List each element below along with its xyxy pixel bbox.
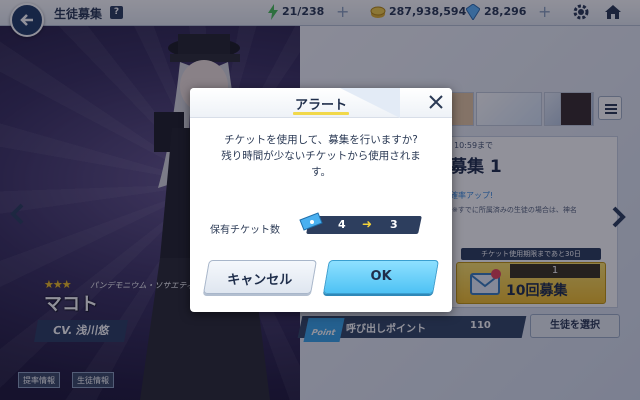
ticket-count-after: 3 [390,218,398,231]
cancel-button[interactable]: キャンセル [203,260,317,294]
alert-message-line-1: チケットを使用して、募集を行いますか? [224,134,418,146]
ok-button[interactable]: OK [323,260,439,294]
ok-button-label: OK [370,269,392,284]
ticket-count-label: 保有チケット数 [210,225,280,236]
ticket-count-before: 4 [338,218,346,231]
alert-header: アラート [190,88,452,118]
alert-message-line-2: 残り時間が少ないチケットから使用されま [221,150,421,162]
cancel-button-label: キャンセル [227,273,293,288]
alert-message: チケットを使用して、募集を行いますか? 残り時間が少ないチケットから使用されま … [200,132,442,180]
alert-title: アラート [294,98,347,113]
close-icon[interactable] [426,92,446,112]
ticket-icon [299,212,323,231]
alert-message-line-3: す。 [311,166,331,178]
ticket-arrow-icon: ➜ [362,217,373,231]
alert-dialog: アラート チケットを使用して、募集を行いますか? 残り時間が少ないチケットから使… [190,88,452,312]
title-underline [293,112,349,115]
